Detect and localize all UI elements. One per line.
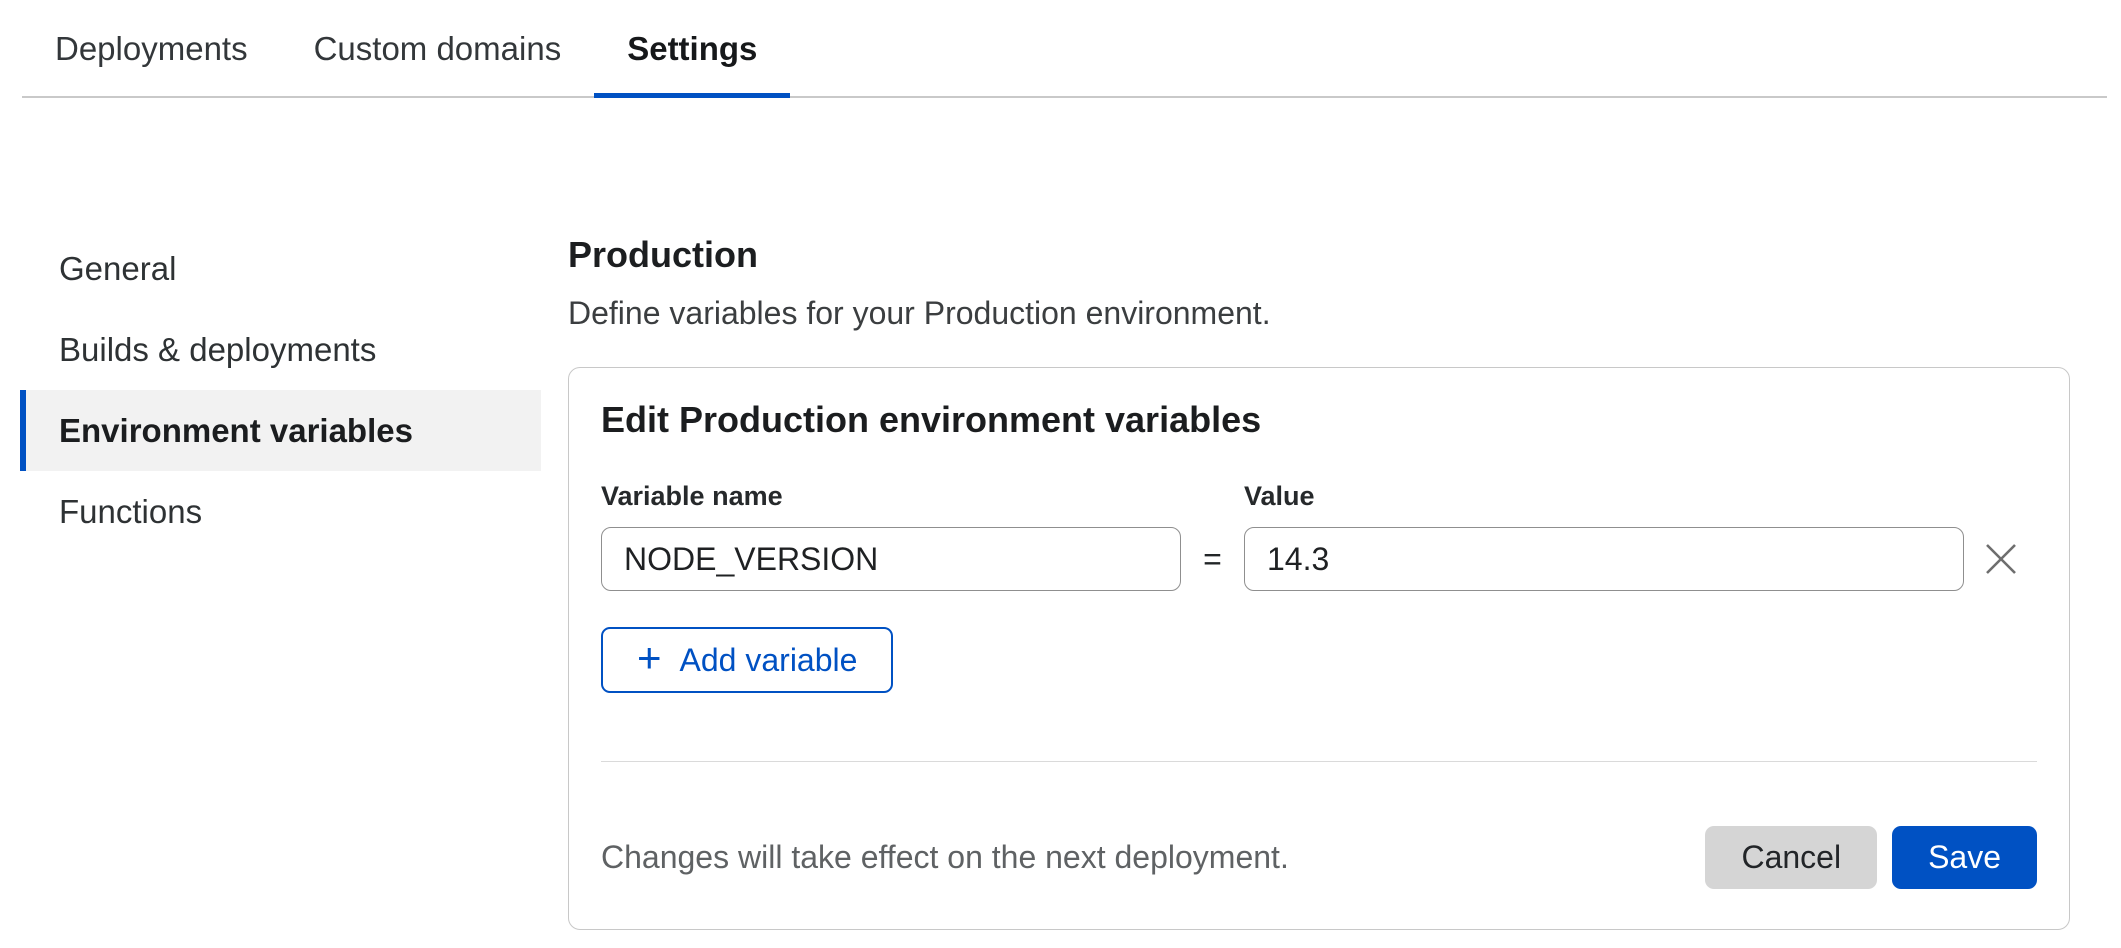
remove-variable-cell [1964, 537, 2037, 581]
cancel-button[interactable]: Cancel [1705, 826, 1877, 889]
tab-custom-domains[interactable]: Custom domains [281, 0, 595, 96]
environment-variables-panel: Production Define variables for your Pro… [568, 233, 2070, 930]
card-title: Edit Production environment variables [601, 398, 2037, 442]
variable-name-label: Variable name [601, 480, 1244, 513]
card-divider [601, 761, 2037, 762]
value-label: Value [1244, 480, 2037, 513]
project-tabbar: Deployments Custom domains Settings [22, 0, 2107, 98]
save-button[interactable]: Save [1892, 826, 2037, 889]
add-variable-button[interactable]: + Add variable [601, 627, 893, 693]
sidebar-item-functions[interactable]: Functions [20, 471, 541, 552]
sidebar-item-environment-variables[interactable]: Environment variables [20, 390, 541, 471]
add-variable-label: Add variable [680, 642, 858, 679]
field-labels-row: Variable name Value [601, 480, 2037, 513]
settings-sidebar: General Builds & deployments Environment… [20, 228, 541, 552]
settings-content: General Builds & deployments Environment… [0, 98, 2121, 930]
card-footer: Changes will take effect on the next dep… [601, 826, 2037, 889]
variable-value-input[interactable] [1244, 527, 1964, 591]
variable-row: = [601, 527, 2037, 591]
equals-sign: = [1181, 541, 1244, 578]
tab-deployments[interactable]: Deployments [22, 0, 281, 96]
variable-name-input[interactable] [601, 527, 1181, 591]
sidebar-item-builds-deployments[interactable]: Builds & deployments [20, 309, 541, 390]
deployment-note: Changes will take effect on the next dep… [601, 839, 1705, 876]
sidebar-item-general[interactable]: General [20, 228, 541, 309]
section-description: Define variables for your Production env… [568, 293, 2070, 333]
tab-settings[interactable]: Settings [594, 0, 790, 96]
remove-variable-button[interactable] [1979, 537, 2023, 581]
edit-variables-card: Edit Production environment variables Va… [568, 367, 2070, 930]
plus-icon: + [637, 637, 662, 679]
section-title: Production [568, 233, 2070, 277]
x-icon [1983, 541, 2019, 577]
